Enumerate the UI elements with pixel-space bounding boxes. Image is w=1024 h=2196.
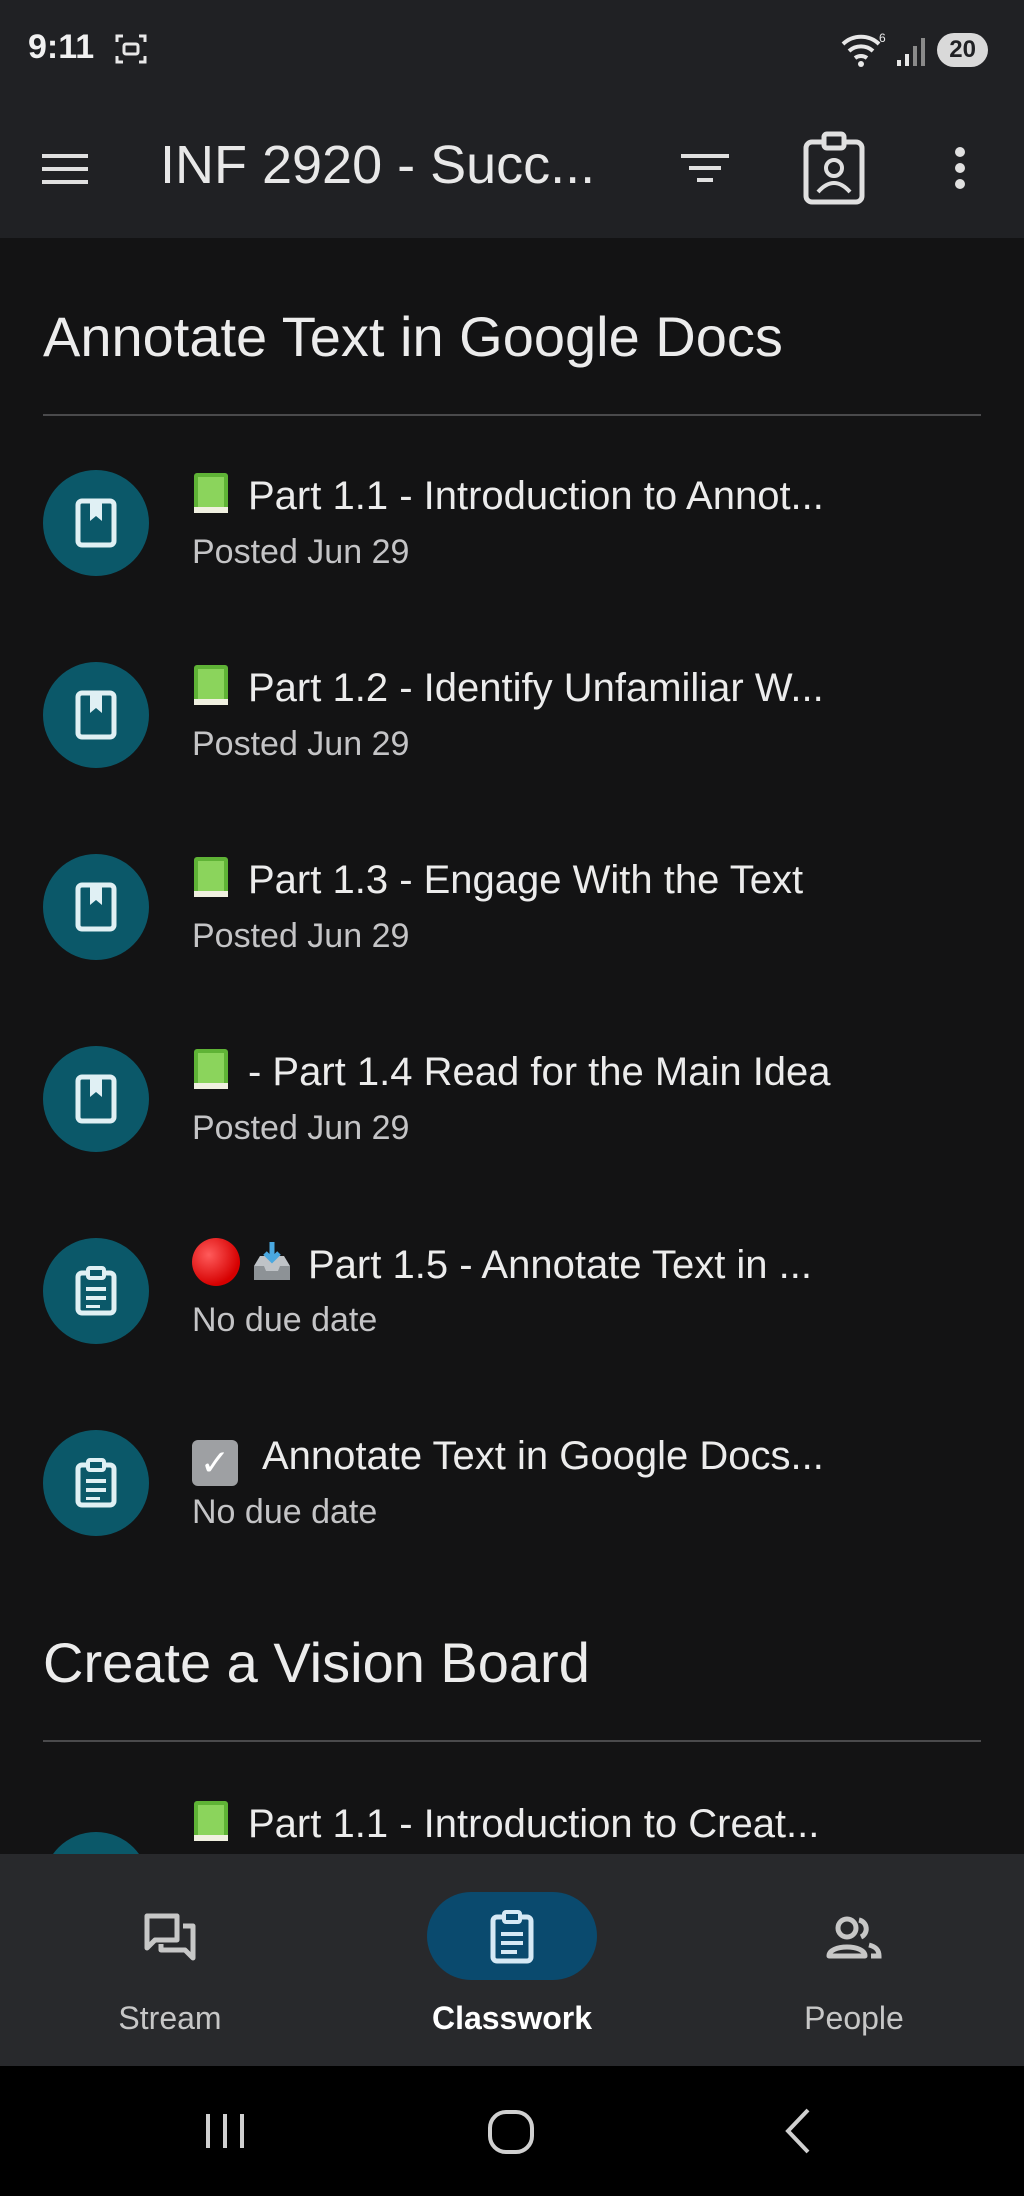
green-book-icon — [192, 663, 232, 707]
nav-label: People — [804, 2000, 904, 2036]
item-subtitle: No due date — [192, 1301, 378, 1339]
item-title: - Part 1.4 Read for the Main Idea — [192, 1046, 831, 1098]
nav-people[interactable]: People — [734, 1892, 974, 2042]
list-item[interactable]: ✓ Annotate Text in Google Docs... No due … — [0, 1430, 1024, 1600]
list-item[interactable]: Part 1.1 - Introduction to Annot... Post… — [0, 470, 1024, 640]
wifi-icon: 6 — [841, 31, 886, 67]
home-icon[interactable] — [476, 2096, 546, 2166]
status-time: 9:11 — [28, 28, 95, 66]
green-book-icon — [192, 471, 232, 515]
item-subtitle: Posted Jun 29 — [192, 533, 410, 571]
green-book-icon — [192, 855, 232, 899]
list-item[interactable]: Part 1.5 - Annotate Text in ... No due d… — [0, 1238, 1024, 1408]
item-subtitle: No due date — [192, 1493, 378, 1531]
item-title: Part 1.1 - Introduction to Annot... — [192, 470, 824, 522]
item-title: Part 1.5 - Annotate Text in ... — [192, 1238, 812, 1291]
menu-icon[interactable] — [38, 142, 92, 196]
topic-title: Annotate Text in Google Docs — [43, 305, 783, 368]
list-item[interactable]: Part 1.1 - Introduction to Creat... — [0, 1798, 1024, 1854]
nav-classwork[interactable]: Classwork — [392, 1892, 632, 2042]
recent-apps-icon[interactable] — [190, 2096, 260, 2166]
bottom-navigation: Stream Classwork People — [0, 1854, 1024, 2066]
check-box-icon: ✓ — [192, 1440, 238, 1486]
list-item[interactable]: Part 1.2 - Identify Unfamiliar W... Post… — [0, 662, 1024, 832]
assignment-icon — [43, 1430, 149, 1536]
filter-icon[interactable] — [675, 138, 735, 198]
topic-divider — [43, 414, 981, 416]
wifi-badge: 6 — [879, 31, 886, 45]
item-title: ✓ Annotate Text in Google Docs... — [192, 1430, 824, 1486]
classwork-icon — [490, 1910, 534, 1964]
app-bar: INF 2920 - Succ... — [0, 100, 1024, 238]
nav-label: Classwork — [431, 2000, 593, 2036]
system-navigation-bar — [0, 2066, 1024, 2196]
item-subtitle: Posted Jun 29 — [192, 1109, 410, 1147]
status-indicators: 6 20 — [841, 30, 988, 70]
back-icon[interactable] — [764, 2096, 834, 2166]
material-book-icon — [43, 1046, 149, 1152]
green-book-icon — [192, 1799, 232, 1843]
list-item[interactable]: - Part 1.4 Read for the Main Idea Posted… — [0, 1046, 1024, 1216]
inbox-tray-icon — [250, 1240, 294, 1284]
student-badge-icon[interactable] — [800, 130, 868, 206]
people-icon — [826, 1916, 882, 1959]
list-item[interactable]: Part 1.3 - Engage With the Text Posted J… — [0, 854, 1024, 1024]
item-title: Part 1.2 - Identify Unfamiliar W... — [192, 662, 824, 714]
topic-title: Create a Vision Board — [43, 1631, 590, 1694]
classwork-list: Annotate Text in Google Docs Part 1.1 - … — [0, 238, 1024, 1854]
more-vert-icon[interactable] — [940, 138, 980, 198]
stream-icon — [144, 1913, 196, 1961]
green-book-icon — [192, 1047, 232, 1091]
assignment-icon — [43, 1238, 149, 1344]
nav-stream[interactable]: Stream — [50, 1892, 290, 2042]
signal-icon — [897, 38, 926, 66]
item-title: Part 1.1 - Introduction to Creat... — [192, 1798, 819, 1850]
item-title: Part 1.3 - Engage With the Text — [192, 854, 803, 906]
material-book-icon — [43, 854, 149, 960]
status-bar: 9:11 6 20 — [0, 0, 1024, 100]
material-book-icon — [43, 1832, 149, 1854]
topic-divider — [43, 1740, 981, 1742]
item-subtitle: Posted Jun 29 — [192, 725, 410, 763]
red-circle-icon — [192, 1238, 240, 1286]
material-book-icon — [43, 662, 149, 768]
material-book-icon — [43, 470, 149, 576]
nav-label: Stream — [118, 2000, 222, 2036]
screenshot-icon — [115, 34, 147, 64]
battery-indicator: 20 — [937, 33, 988, 67]
item-subtitle: Posted Jun 29 — [192, 917, 410, 955]
page-title: INF 2920 - Succ... — [160, 135, 596, 195]
